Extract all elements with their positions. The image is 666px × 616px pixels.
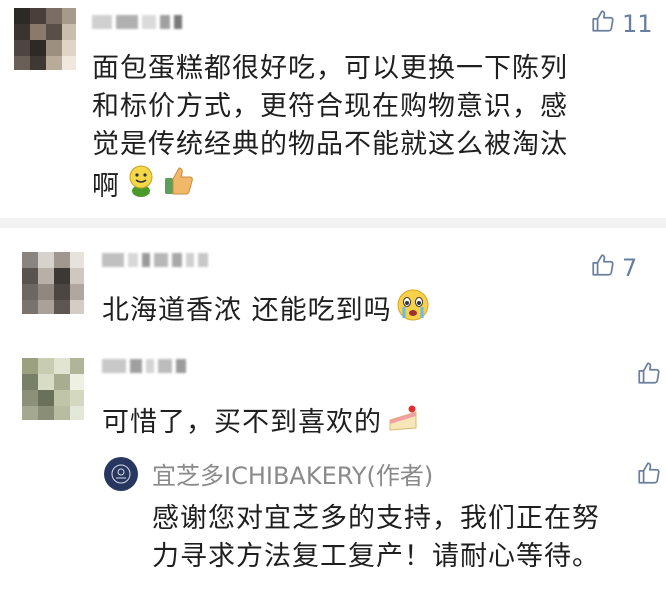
bakery-logo-icon (111, 464, 131, 483)
thumbs-up-emoji (162, 164, 196, 209)
cake-emoji (386, 400, 420, 445)
crying-emoji (396, 288, 430, 333)
comment-card: 7 北海道香浓 还能吃到吗 (0, 228, 666, 338)
comment-line: 和标价方式，更符合现在购物意识，感 (92, 91, 568, 122)
smile-emoji (124, 164, 158, 209)
thumbs-up-icon (590, 252, 616, 284)
username-blurred[interactable] (92, 14, 186, 29)
avatar[interactable] (22, 358, 84, 420)
like-button[interactable] (636, 360, 662, 392)
author-avatar[interactable] (104, 456, 138, 491)
reply-author-name: 宜芝多ICHIBAKERY(作者) (152, 462, 434, 490)
comment-text: 可惜了，买不到喜欢的 (102, 400, 642, 445)
comment-line: 可惜了，买不到喜欢的 (102, 406, 382, 438)
thumbs-up-icon (636, 460, 662, 492)
like-button[interactable] (636, 460, 662, 492)
comment-card: 可惜了，买不到喜欢的 宜芝多ICHIBAKERY(作者) 感谢您对宜芝多的支持，… (0, 338, 666, 616)
comment-line: 啊 (92, 170, 120, 202)
like-button[interactable]: 11 (590, 8, 653, 40)
thumbs-up-icon (590, 8, 616, 40)
section-divider (0, 218, 666, 228)
comment-card: 11 面包蛋糕都很好吃，可以更换一下陈列 和标价方式，更符合现在购物意识，感 觉… (0, 0, 666, 218)
like-button[interactable]: 7 (590, 252, 637, 284)
comment-text: 面包蛋糕都很好吃，可以更换一下陈列 和标价方式，更符合现在购物意识，感 觉是传统… (92, 50, 652, 209)
avatar[interactable] (14, 8, 76, 70)
username-blurred[interactable] (102, 252, 212, 267)
comment-line: 觉是传统经典的物品不能就这么被淘汰 (92, 129, 568, 160)
reply-author[interactable]: 宜芝多ICHIBAKERY(作者) (104, 456, 433, 491)
comment-line: 面包蛋糕都很好吃，可以更换一下陈列 (92, 53, 568, 84)
reply-text: 感谢您对宜芝多的支持，我们正在努 力寻求方法复工复产！请耐心等待。 (152, 500, 662, 576)
thumbs-up-icon (636, 360, 662, 392)
comment-text: 北海道香浓 还能吃到吗 (102, 288, 642, 333)
avatar[interactable] (22, 252, 84, 314)
comment-line: 北海道香浓 还能吃到吗 (102, 294, 392, 326)
reply-line: 感谢您对宜芝多的支持，我们正在努 (152, 503, 600, 534)
like-count: 11 (622, 10, 653, 38)
reply-line: 力寻求方法复工复产！请耐心等待。 (152, 541, 600, 572)
like-count: 7 (622, 254, 638, 282)
username-blurred[interactable] (102, 358, 190, 373)
